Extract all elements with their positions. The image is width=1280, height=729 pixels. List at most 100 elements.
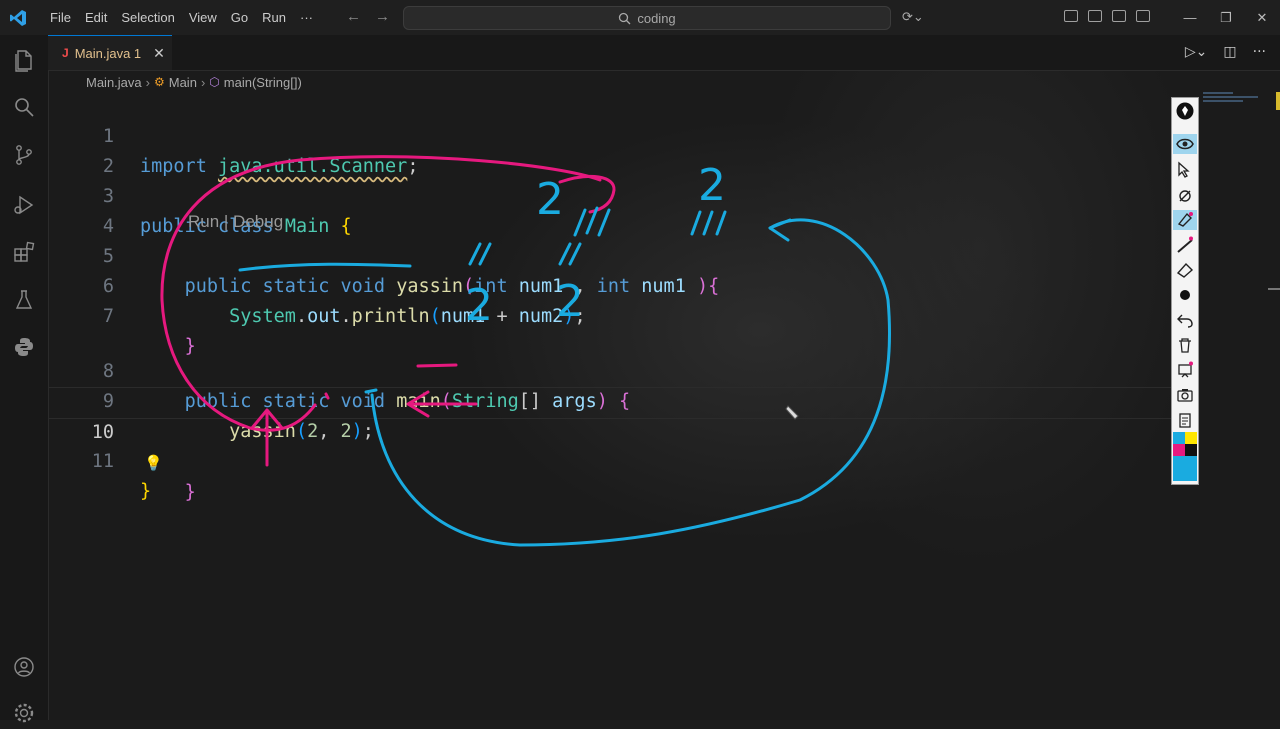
token: println: [351, 306, 430, 327]
token: out: [307, 306, 341, 327]
color-swatch-magenta[interactable]: [1173, 444, 1185, 456]
code-line: 1 import java.util.Scanner;: [48, 92, 1198, 177]
close-window-icon[interactable]: ✕: [1244, 10, 1280, 26]
vscode-logo-icon: [9, 9, 27, 27]
account-icon[interactable]: [12, 655, 36, 679]
pen-tool-icon[interactable]: [1175, 185, 1195, 205]
brush-size-dot-icon[interactable]: [1175, 285, 1195, 305]
color-palette: [1173, 432, 1197, 482]
layout-controls: [1064, 10, 1150, 22]
code-line: 4: [48, 182, 1198, 237]
toggle-secondary-sidebar-icon[interactable]: [1136, 10, 1150, 22]
method-icon: ⬡: [209, 75, 220, 89]
breadcrumb-file[interactable]: Main.java: [86, 75, 142, 90]
java-file-icon: J: [62, 46, 69, 60]
editor-actions: ▷⌄ ◫ ···: [1185, 44, 1266, 60]
token: num2: [518, 306, 564, 327]
explorer-icon[interactable]: [12, 48, 36, 72]
breadcrumb: Main.java › ⚙ Main › ⬡ main(String[]): [86, 72, 302, 92]
customize-layout-icon[interactable]: [1064, 10, 1078, 22]
menu-selection[interactable]: Selection: [114, 10, 181, 25]
token: ): [563, 306, 575, 327]
color-swatch-black[interactable]: [1185, 444, 1197, 456]
title-bar: File Edit Selection View Go Run ··· ← → …: [0, 0, 1280, 35]
close-tab-icon[interactable]: ✕: [153, 45, 165, 62]
code-line: 3 public class Main {: [48, 152, 1198, 237]
board-icon[interactable]: [1175, 360, 1195, 380]
menu-go[interactable]: Go: [224, 10, 255, 25]
token: .: [340, 306, 352, 327]
select-cursor-icon[interactable]: [1175, 160, 1195, 180]
code-line: 6 System.out.println(num1 + num2);: [48, 242, 1198, 327]
back-arrow-icon[interactable]: ←: [346, 8, 361, 25]
class-icon: ⚙: [153, 75, 165, 89]
editor-tabs: J Main.java 1 ✕ ▷⌄ ◫ ···: [48, 35, 1280, 71]
minimap[interactable]: [1203, 92, 1273, 112]
token: }: [184, 482, 196, 503]
code-line: 7 }: [48, 272, 1198, 357]
clipboard-icon[interactable]: [1175, 410, 1195, 430]
menu-run[interactable]: Run: [255, 10, 293, 25]
search-icon: [619, 12, 631, 24]
eraser-icon[interactable]: [1175, 260, 1195, 280]
breadcrumb-method[interactable]: main(String[]): [224, 75, 302, 90]
lightbulb-icon[interactable]: 💡: [144, 448, 163, 478]
scrollbar-marker: [1276, 92, 1280, 110]
codelens-run-debug[interactable]: Run | Debug: [188, 212, 283, 232]
code-line: 2: [48, 122, 1198, 177]
camera-icon[interactable]: [1175, 385, 1195, 405]
toggle-panel-icon[interactable]: [1112, 10, 1126, 22]
line-tool-icon[interactable]: [1175, 235, 1195, 255]
trash-icon[interactable]: [1175, 335, 1195, 355]
color-swatch-cyan[interactable]: [1173, 432, 1185, 444]
code-line: 9 yassin(2, 2);: [48, 357, 1198, 442]
token: (: [429, 306, 441, 327]
token: System: [229, 306, 296, 327]
menu-bar: File Edit Selection View Go Run ···: [43, 0, 320, 35]
token: .: [295, 306, 308, 327]
menu-file[interactable]: File: [43, 10, 78, 25]
token: +: [496, 306, 508, 327]
testing-flask-icon[interactable]: [12, 288, 36, 312]
token: num1: [440, 306, 486, 327]
source-control-icon[interactable]: [12, 143, 36, 167]
tab-main-java[interactable]: J Main.java 1 ✕: [48, 35, 172, 70]
window-controls: — ❐ ✕: [1172, 0, 1280, 35]
split-editor-icon[interactable]: ◫: [1223, 44, 1236, 60]
highlighter-icon[interactable]: [1173, 210, 1197, 230]
chevron-right-icon: ›: [145, 74, 150, 90]
settings-gear-icon[interactable]: [12, 701, 36, 725]
code-line: 8 public static void main(String[] args)…: [48, 327, 1198, 412]
menu-edit[interactable]: Edit: [78, 10, 114, 25]
restore-icon[interactable]: ❐: [1208, 10, 1244, 26]
command-center-search[interactable]: coding: [403, 6, 891, 30]
extensions-icon[interactable]: [12, 240, 36, 264]
line-number: 11: [91, 451, 114, 472]
visibility-eye-icon[interactable]: [1173, 134, 1197, 154]
pen-logo-icon[interactable]: [1175, 101, 1195, 121]
forward-arrow-icon[interactable]: →: [375, 8, 390, 25]
minimize-icon[interactable]: —: [1172, 10, 1208, 25]
current-color-swatch[interactable]: [1173, 456, 1197, 481]
python-icon[interactable]: [12, 335, 36, 359]
copilot-icon[interactable]: ⟳⌄: [902, 9, 924, 25]
search-sidebar-icon[interactable]: [12, 95, 36, 119]
color-swatch-yellow[interactable]: [1185, 432, 1197, 444]
scrollbar-thumb[interactable]: [1268, 288, 1280, 290]
toggle-sidebar-icon[interactable]: [1088, 10, 1102, 22]
activity-bar: [0, 35, 49, 723]
search-text: coding: [637, 10, 676, 26]
nav-arrows: ← →: [346, 8, 390, 25]
token: ;: [574, 306, 586, 327]
menu-more[interactable]: ···: [293, 10, 320, 25]
breadcrumb-class[interactable]: Main: [169, 75, 197, 90]
drawing-toolbar: [1171, 97, 1199, 485]
tab-label: Main.java 1: [74, 45, 142, 61]
run-debug-icon[interactable]: [12, 193, 36, 217]
more-actions-icon[interactable]: ···: [1253, 44, 1266, 60]
run-java-icon[interactable]: ▷⌄: [1185, 44, 1208, 60]
code-line: 11 }: [48, 417, 1198, 502]
menu-view[interactable]: View: [182, 10, 224, 25]
code-line-current: 10 💡 }: [48, 387, 1198, 503]
undo-icon[interactable]: [1175, 310, 1195, 330]
